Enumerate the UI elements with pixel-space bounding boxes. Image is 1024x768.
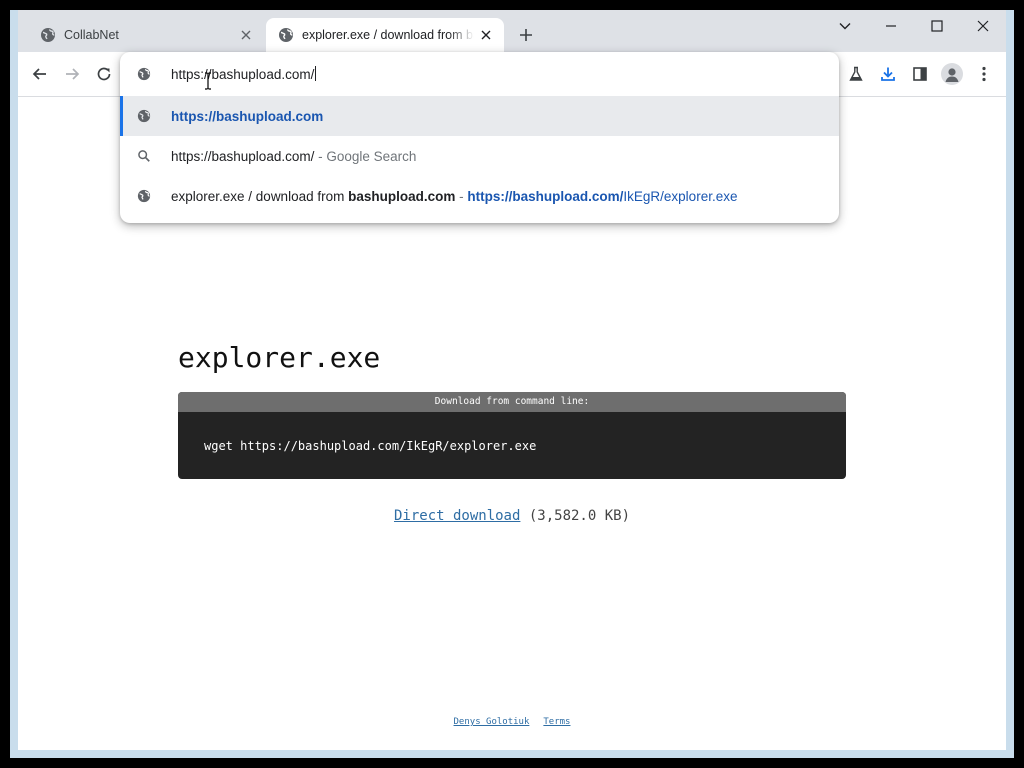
omnibox-dropdown: https://bashupload.com/ https://bashuplo… (120, 52, 839, 223)
suggestion-text: https://bashupload.com/ - Google Search (171, 149, 416, 164)
globe-icon (40, 27, 56, 43)
suggestion-title-match: bashupload (348, 188, 424, 204)
person-icon (945, 68, 959, 82)
tab-collabnet[interactable]: CollabNet (28, 18, 264, 52)
browser-frame: CollabNet explorer.exe / download from b… (18, 10, 1006, 750)
author-link[interactable]: Denys Golotiuk (454, 717, 530, 727)
suggestion-title: explorer.exe / download from (171, 188, 349, 204)
suggestion-bashupload-url[interactable]: https://bashupload.com (120, 96, 839, 136)
menu-button[interactable] (968, 58, 1000, 90)
direct-download-link[interactable]: Direct download (394, 508, 520, 524)
close-tab-icon[interactable] (474, 23, 498, 47)
forward-arrow-icon (66, 68, 80, 80)
maximize-button[interactable] (914, 10, 960, 42)
page-footer: Denys Golotiuk Terms (18, 717, 1006, 727)
tab-strip: CollabNet explorer.exe / download from b… (18, 10, 1006, 52)
suggestion-separator: - (455, 188, 468, 204)
side-panel-button[interactable] (904, 58, 936, 90)
back-arrow-icon (32, 68, 46, 80)
globe-icon (278, 27, 294, 43)
globe-icon (136, 108, 152, 124)
suggestion-url-match: https://bashupload.com/ (467, 188, 624, 204)
profile-button[interactable] (936, 58, 968, 90)
suggestion-provider: Google Search (326, 148, 417, 164)
minimize-button[interactable] (868, 10, 914, 42)
avatar (941, 63, 963, 85)
close-icon (977, 20, 989, 32)
back-button[interactable] (24, 58, 56, 90)
suggestion-history-page[interactable]: explorer.exe / download from bashupload.… (120, 176, 839, 216)
file-name-heading: explorer.exe (178, 341, 381, 374)
tab-explorer-download[interactable]: explorer.exe / download from bashupload.… (266, 18, 504, 52)
suggestion-google-search[interactable]: https://bashupload.com/ - Google Search (120, 136, 839, 176)
reload-button[interactable] (88, 58, 120, 90)
text-cursor-icon (205, 72, 211, 90)
side-panel-icon (913, 67, 927, 81)
close-window-button[interactable] (960, 10, 1006, 42)
file-size: (3,582.0 KB) (528, 508, 631, 524)
globe-icon (136, 66, 152, 82)
terms-link[interactable]: Terms (543, 717, 570, 727)
address-input-value: https://bashupload.com/ (171, 67, 315, 82)
suggestion-text: explorer.exe / download from bashupload.… (171, 189, 737, 204)
reload-icon (97, 67, 111, 81)
command-line-box: Download from command line: wget https:/… (178, 392, 846, 479)
suggestion-separator: - (314, 148, 327, 164)
search-icon (136, 148, 152, 164)
tab-title: CollabNet (64, 28, 119, 42)
tab-title: explorer.exe / download from bashupload.… (302, 28, 474, 42)
flask-icon (849, 66, 863, 81)
suggestion-title-end: .com (423, 188, 456, 204)
command-line-header: Download from command line: (178, 392, 846, 412)
globe-icon (136, 188, 152, 204)
forward-button[interactable] (56, 58, 88, 90)
close-tab-icon[interactable] (234, 23, 258, 47)
address-bar[interactable]: https://bashupload.com/ (120, 52, 839, 96)
text-caret (315, 66, 317, 81)
chevron-down-icon (839, 23, 851, 30)
suggestion-url-rest: IkEgR/explorer.exe (623, 188, 738, 204)
minimize-icon (886, 25, 896, 27)
download-icon (881, 67, 895, 81)
selection-indicator (120, 96, 123, 136)
wget-command[interactable]: wget https://bashupload.com/IkEgR/explor… (204, 439, 536, 453)
maximize-icon (931, 20, 943, 32)
more-vert-icon (982, 66, 986, 82)
downloads-button[interactable] (872, 58, 904, 90)
address-input[interactable]: https://bashupload.com/ (171, 66, 317, 82)
browser-window: CollabNet explorer.exe / download from b… (10, 10, 1014, 758)
suggestion-query: https://bashupload.com/ (171, 148, 315, 164)
new-tab-button[interactable] (514, 23, 538, 47)
tab-search-button[interactable] (822, 10, 868, 42)
labs-button[interactable] (840, 58, 872, 90)
download-row: Direct download (3,582.0 KB) (178, 508, 846, 524)
suggestion-url: https://bashupload.com (171, 108, 324, 124)
